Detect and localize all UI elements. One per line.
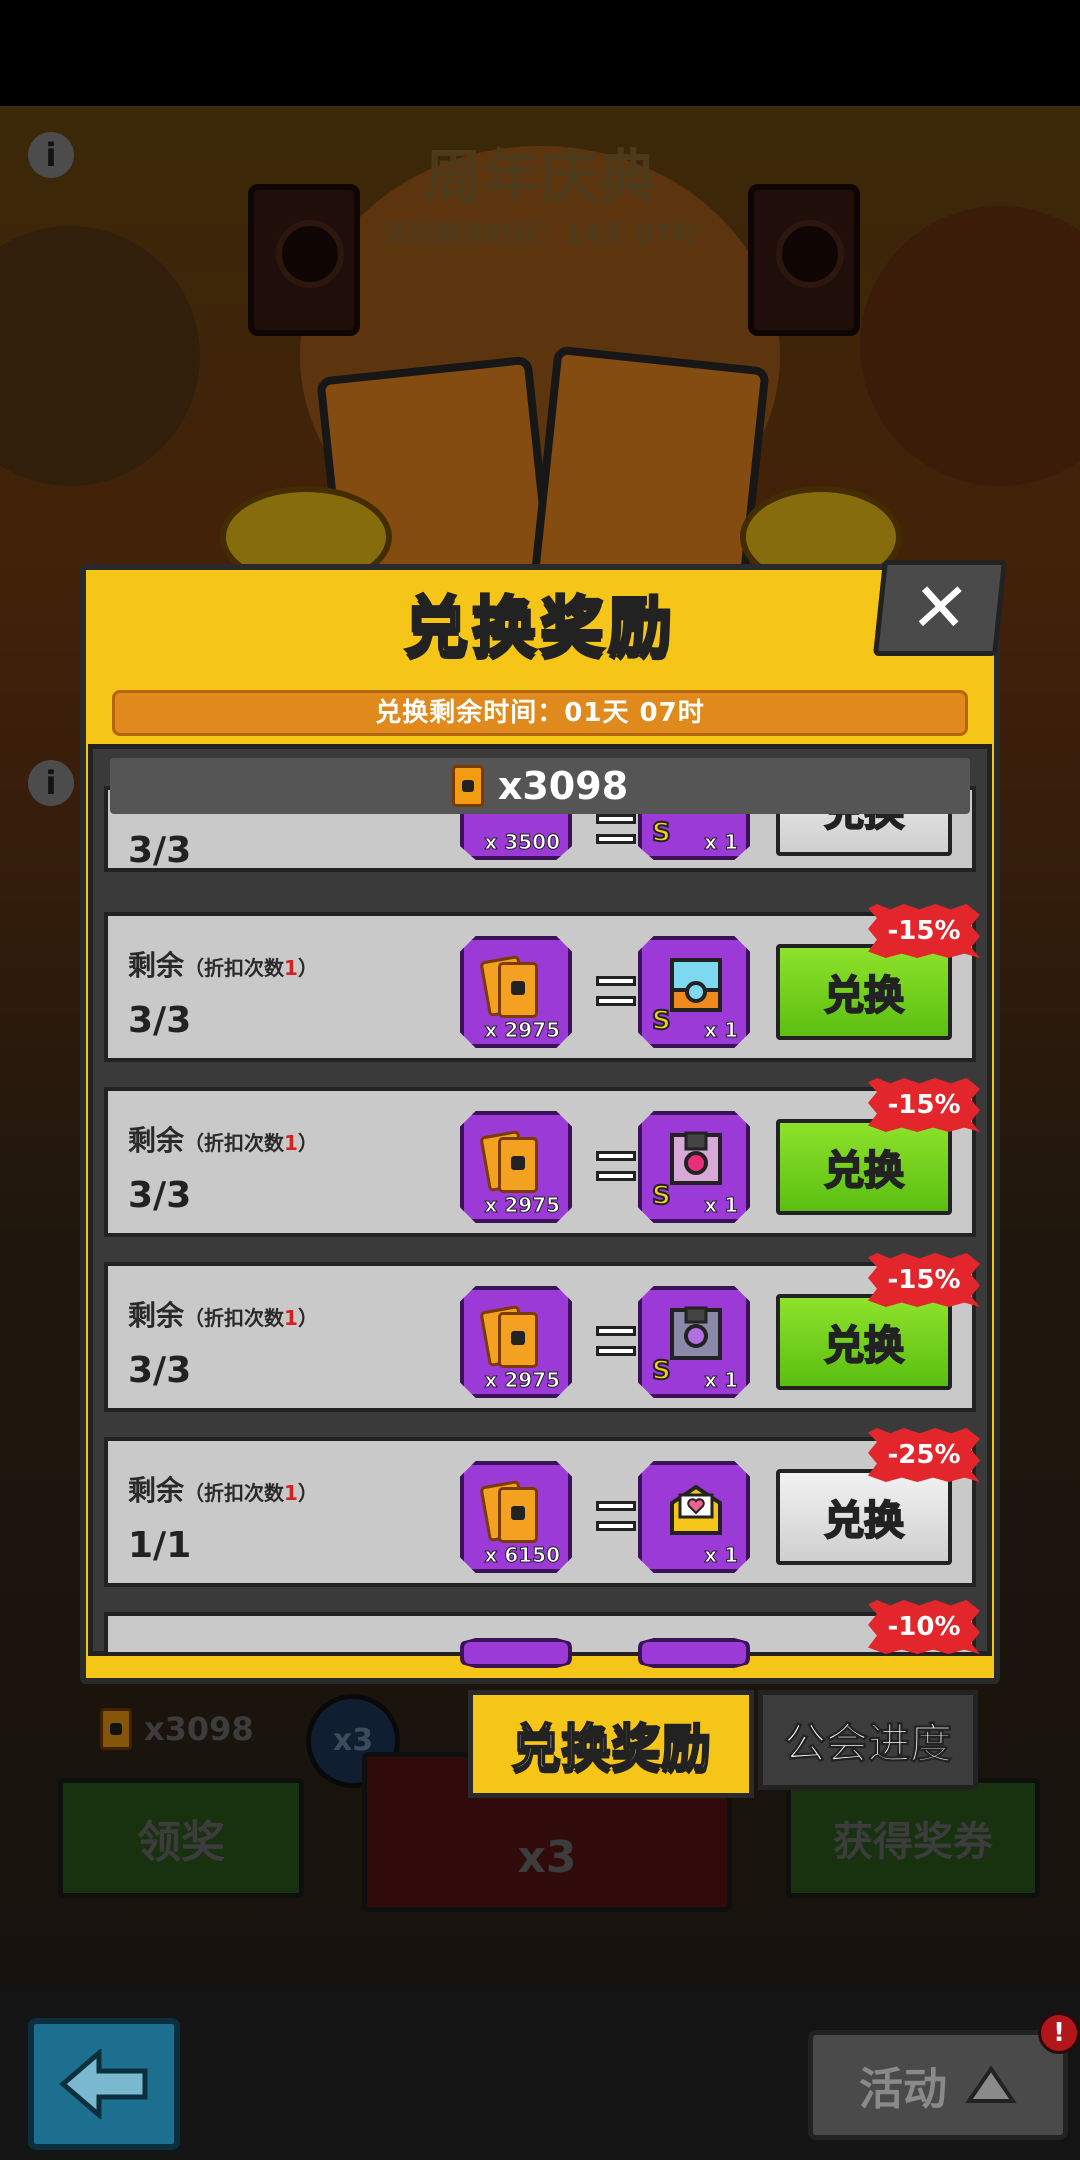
redeem-button[interactable]: 兑换 (776, 1119, 952, 1215)
close-button[interactable]: ✕ (872, 560, 1008, 656)
row-count: 3/3 (128, 1000, 192, 1041)
item-slot (638, 1638, 750, 1668)
activity-label: 活动 (859, 2064, 947, 2115)
redeem-timer: 兑换剩余时间：01天 07时 (112, 690, 968, 736)
ticket-cards-icon (479, 1304, 542, 1374)
tab-redeem-rewards[interactable]: 兑换奖励 (468, 1690, 754, 1798)
discount-badge: -25% (868, 1428, 980, 1482)
cost-slot (460, 1638, 572, 1668)
row-label: 剩余（折扣次数1） (128, 1299, 318, 1332)
back-button[interactable] (28, 2018, 180, 2150)
item-slot: S x 1 (638, 1111, 750, 1223)
row-label: 剩余（折扣次数1） (128, 1124, 318, 1157)
cost-qty: x 6150 (484, 1543, 561, 1568)
s-rank-tag: S (651, 1005, 672, 1037)
cost-qty: x 2975 (484, 1368, 561, 1393)
reward-row-next (104, 1612, 976, 1668)
row-label: 剩余（折扣次数1） (128, 949, 318, 982)
modal-title: 兑换奖励 (403, 590, 676, 667)
cost-slot: x 2975 (460, 1286, 572, 1398)
item-qty: x 1 (704, 830, 739, 855)
s-rank-tag: S (651, 817, 672, 849)
redeem-button[interactable]: 兑换 (776, 944, 952, 1040)
cost-slot: x 2975 (460, 1111, 572, 1223)
discount-badge: -10% (868, 1600, 980, 1654)
row-label: 剩余（折扣次数1） (128, 1474, 318, 1507)
cost-qty: x 2975 (484, 1018, 561, 1043)
currency-amount: x3098 (497, 764, 629, 808)
reward-row: 剩余（折扣次数1） 3/3 x 2975 S x 1 兑换 (104, 912, 976, 1062)
currency-display: x3098 (110, 758, 970, 814)
close-icon: ✕ (907, 568, 973, 648)
item-qty: x 1 (704, 1543, 739, 1568)
tab-guild-progress[interactable]: 公会进度 (758, 1690, 978, 1790)
cost-qty: x 2975 (484, 1193, 561, 1218)
item-qty: x 1 (704, 1018, 739, 1043)
notification-badge: ! (1038, 2012, 1080, 2054)
row-count: 3/3 (128, 1350, 192, 1391)
love-letter-icon (670, 1484, 722, 1535)
discount-badge: -15% (868, 1078, 980, 1132)
item-qty: x 1 (704, 1368, 739, 1393)
ticket-cards-icon (479, 954, 542, 1024)
row-count: 1/1 (128, 1525, 192, 1566)
activity-button[interactable]: 活动 (808, 2030, 1068, 2140)
item-slot: S x 1 (638, 936, 750, 1048)
redeem-button[interactable]: 兑换 (776, 1294, 952, 1390)
cost-slot: x 2975 (460, 936, 572, 1048)
s-rank-tag: S (651, 1180, 672, 1212)
blue-cannon-icon (670, 958, 722, 1012)
item-qty: x 1 (704, 1193, 739, 1218)
row-count: 3/3 (128, 1175, 192, 1216)
ticket-cards-icon (479, 1129, 542, 1199)
pink-cannon-icon (670, 1131, 722, 1185)
chevron-up-icon (965, 2065, 1017, 2103)
item-slot: x 1 (638, 1461, 750, 1573)
reward-row: 剩余（折扣次数1） 3/3 x 2975 S x 1 兑换 (104, 1262, 976, 1412)
cost-qty: x 3500 (484, 830, 561, 855)
gray-cannon-icon (670, 1306, 722, 1360)
reward-row: 剩余（折扣次数1） 3/3 x 2975 S x 1 兑换 (104, 1087, 976, 1237)
discount-badge: -15% (868, 904, 980, 958)
discount-badge: -15% (868, 1253, 980, 1307)
redeem-button[interactable]: 兑换 (776, 1469, 952, 1565)
item-slot: S x 1 (638, 1286, 750, 1398)
row-count: 3/3 (128, 830, 192, 871)
cost-slot: x 6150 (460, 1461, 572, 1573)
reward-row: 剩余（折扣次数1） 1/1 x 6150 x 1 兑换 (104, 1437, 976, 1587)
ticket-cards-icon (479, 1479, 542, 1549)
back-arrow-icon (59, 2049, 148, 2119)
s-rank-tag: S (651, 1355, 672, 1387)
ticket-icon (451, 765, 484, 807)
